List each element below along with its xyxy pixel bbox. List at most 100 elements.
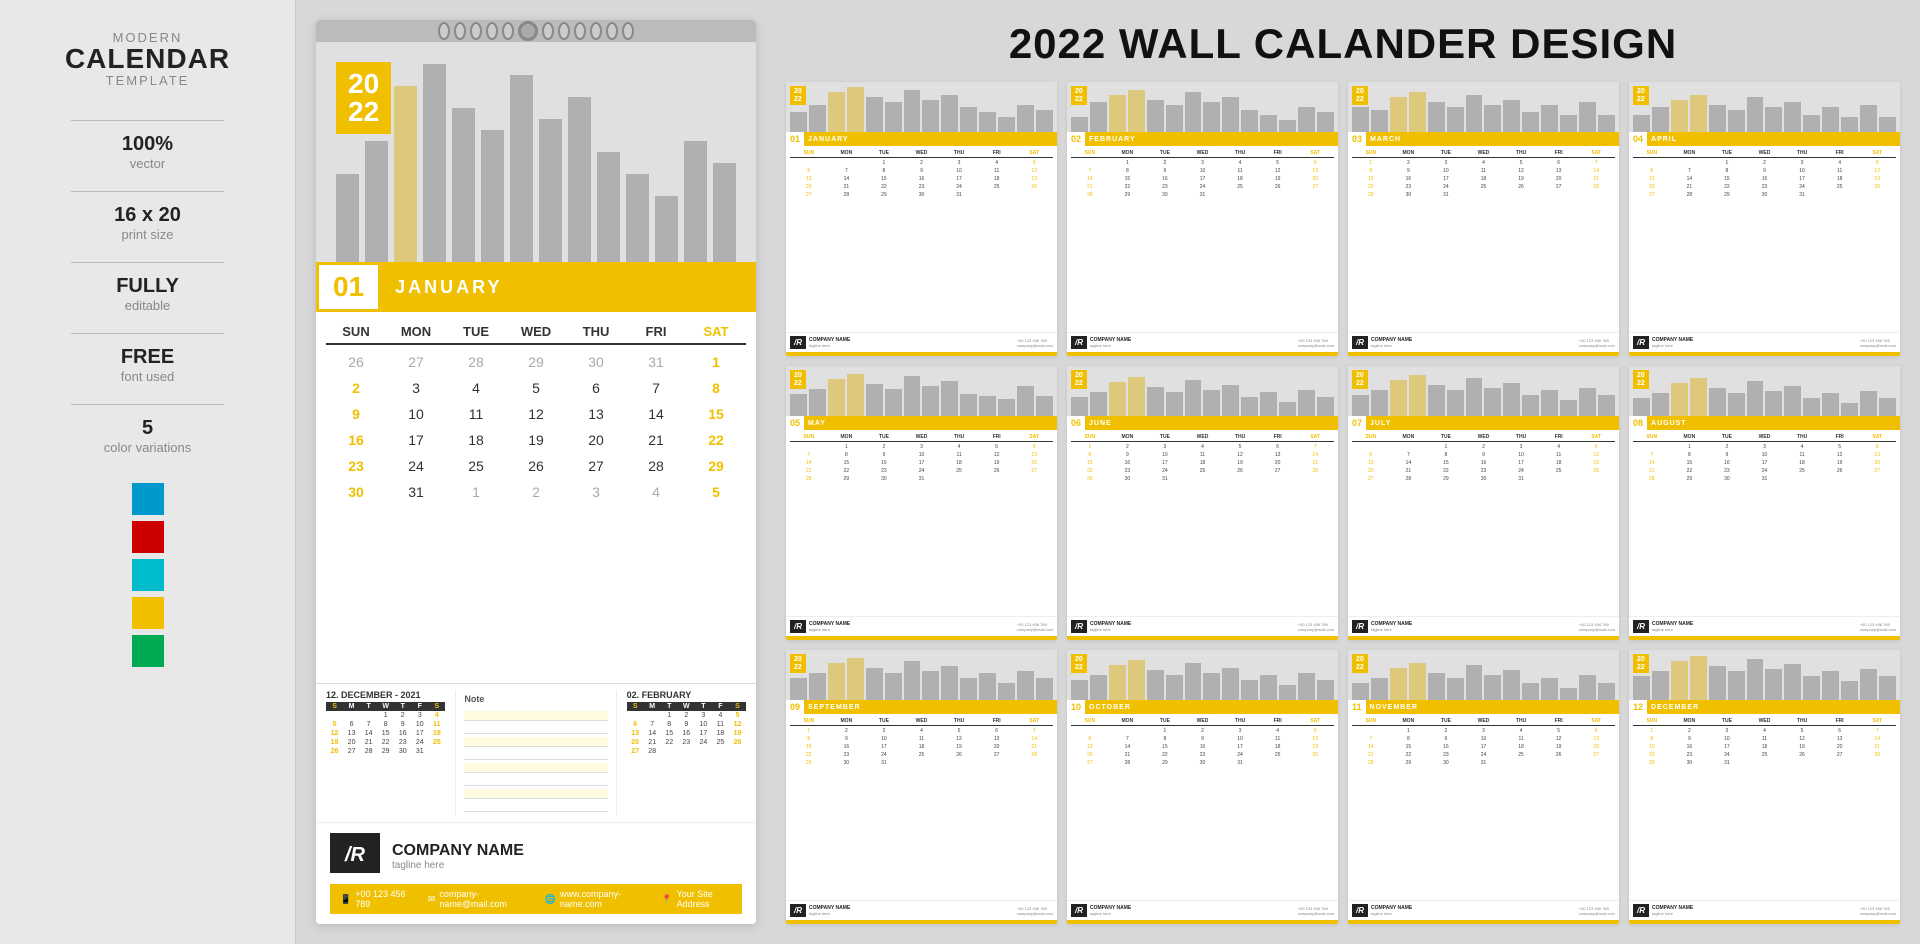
mc-hd: MON (1109, 717, 1147, 725)
mc-day: 17 (1221, 743, 1259, 751)
mc-bar (1579, 102, 1596, 132)
mc-day: 1 (1352, 159, 1390, 167)
mc-week: 6789101112 (790, 167, 1053, 175)
mini-day: 26 (729, 738, 746, 747)
mini-cal-next-header: 02. FEBRUARY (627, 690, 746, 700)
mc-month-num: 11 (1348, 700, 1366, 714)
mini-h-sa: S (729, 702, 746, 711)
mc-footer-bar (1348, 352, 1619, 356)
mc-day (1015, 759, 1053, 767)
mc-bar (1317, 680, 1334, 700)
mc-bar (1484, 388, 1501, 417)
day-cell: 26 (506, 453, 566, 479)
mini-day: 23 (394, 738, 411, 747)
mc-day: 12 (1221, 451, 1259, 459)
mc-contact-info: +00 123 456 789 company@mail.com (1579, 622, 1615, 632)
mc-day: 5 (1259, 159, 1297, 167)
mc-logo: /R (1071, 904, 1087, 917)
mc-bars (1629, 82, 1900, 132)
mc-day: 29 (1671, 475, 1709, 483)
month-card-10: 2022 10 OCTOBER SUN MON TUE WED THU FRI … (1067, 650, 1338, 924)
mc-hd: SUN (1352, 433, 1390, 441)
mc-bar (998, 117, 1015, 132)
mc-day: 26 (1259, 183, 1297, 191)
mc-year-badge: 2022 (1352, 86, 1368, 105)
mc-hd: MON (1390, 433, 1428, 441)
mc-year-badge: 2022 (1633, 654, 1649, 673)
mc-bar (941, 666, 958, 701)
mc-bar (847, 658, 864, 700)
mc-bar (1390, 97, 1407, 132)
mc-day: 27 (978, 751, 1016, 759)
mc-day: 15 (790, 743, 828, 751)
mc-hd: TUE (1146, 433, 1184, 441)
mc-bar (1317, 112, 1334, 132)
mc-day: 14 (1071, 175, 1109, 183)
note-line (464, 750, 607, 760)
mc-day: 10 (1427, 167, 1465, 175)
mc-day: 28 (1633, 475, 1671, 483)
mc-cal-grid: SUN MON TUE WED THU FRI SAT 1234567 8910… (1067, 430, 1338, 616)
mini-day (695, 747, 712, 756)
feature-editable-main: FULLY (116, 275, 179, 298)
mc-day: 24 (1146, 467, 1184, 475)
mc-bar (1128, 660, 1145, 700)
mc-contact-info: +00 123 456 789 company@mail.com (1860, 906, 1896, 916)
mc-footer-content: /R COMPANY NAME tagline here (790, 620, 850, 633)
mc-bar (1447, 678, 1464, 701)
week-3: 9 10 11 12 13 14 15 (326, 401, 746, 427)
week-2: 2 3 4 5 6 7 8 (326, 375, 746, 401)
website-text: www.company-name.com (560, 889, 641, 909)
mc-day: 31 (1502, 475, 1540, 483)
mini-day: 29 (377, 747, 394, 756)
mc-hd: SAT (1296, 433, 1334, 441)
mini-week-1: 1 2 3 4 (326, 711, 445, 720)
mc-header-row: SUN MON TUE WED THU FRI SAT (790, 717, 1053, 726)
spiral-ring (574, 22, 586, 40)
months-grid: 2022 01 JANUARY SUN MON TUE WED THU FRI … (786, 82, 1900, 924)
mc-bar (1822, 393, 1839, 416)
mc-contact-info: +00 123 456 789 company@mail.com (1298, 622, 1334, 632)
mc-day: 1 (1671, 443, 1709, 451)
mc-day: 4 (1465, 159, 1503, 167)
mc-day (1577, 759, 1615, 767)
mc-bar (1503, 100, 1520, 133)
mc-week: 13141516171819 (1633, 175, 1896, 183)
month-card-03: 2022 03 MARCH SUN MON TUE WED THU FRI SA… (1348, 82, 1619, 356)
mini-day: 13 (627, 729, 644, 738)
mc-month-name: FEBRUARY (1085, 136, 1140, 143)
mc-day (1352, 727, 1390, 735)
day-cell: 4 (446, 375, 506, 401)
mc-bar (1671, 661, 1688, 700)
mc-day: 29 (1071, 475, 1109, 483)
mc-top: 2022 (786, 366, 1057, 416)
day-fri: FRI (626, 320, 686, 345)
mini-h-t: T (360, 702, 377, 711)
mc-hd: SUN (1633, 149, 1671, 157)
mc-day: 16 (1465, 459, 1503, 467)
mini-day: 24 (695, 738, 712, 747)
mc-day: 14 (1577, 167, 1615, 175)
mc-day: 25 (940, 467, 978, 475)
mc-footer-bar (786, 636, 1057, 640)
mc-cal-grid: SUN MON TUE WED THU FRI SAT 1234567 8910… (1629, 714, 1900, 900)
mc-day: 2 (1708, 443, 1746, 451)
mc-day: 27 (1821, 751, 1859, 759)
mc-day: 14 (1109, 743, 1147, 751)
calendar-grid: SUN MON TUE WED THU FRI SAT 26 27 28 29 … (316, 312, 756, 683)
company-info: COMPANY NAME tagline here (392, 842, 524, 871)
company-footer-top: /R COMPANY NAME tagline here (330, 833, 742, 880)
mc-bar (941, 95, 958, 133)
mc-day: 4 (940, 443, 978, 451)
mc-day: 4 (1746, 727, 1784, 735)
mc-day: 26 (1540, 751, 1578, 759)
mc-day: 29 (1633, 759, 1671, 767)
mc-month-row: 06 JUNE (1067, 416, 1338, 430)
mc-day: 7 (1577, 159, 1615, 167)
mc-day: 21 (1633, 467, 1671, 475)
mc-day: 9 (1708, 451, 1746, 459)
year-badge: 20 22 (336, 62, 391, 134)
feature-vector-main: 100% (122, 133, 173, 156)
mc-day: 24 (1221, 751, 1259, 759)
mc-bar (1822, 671, 1839, 700)
